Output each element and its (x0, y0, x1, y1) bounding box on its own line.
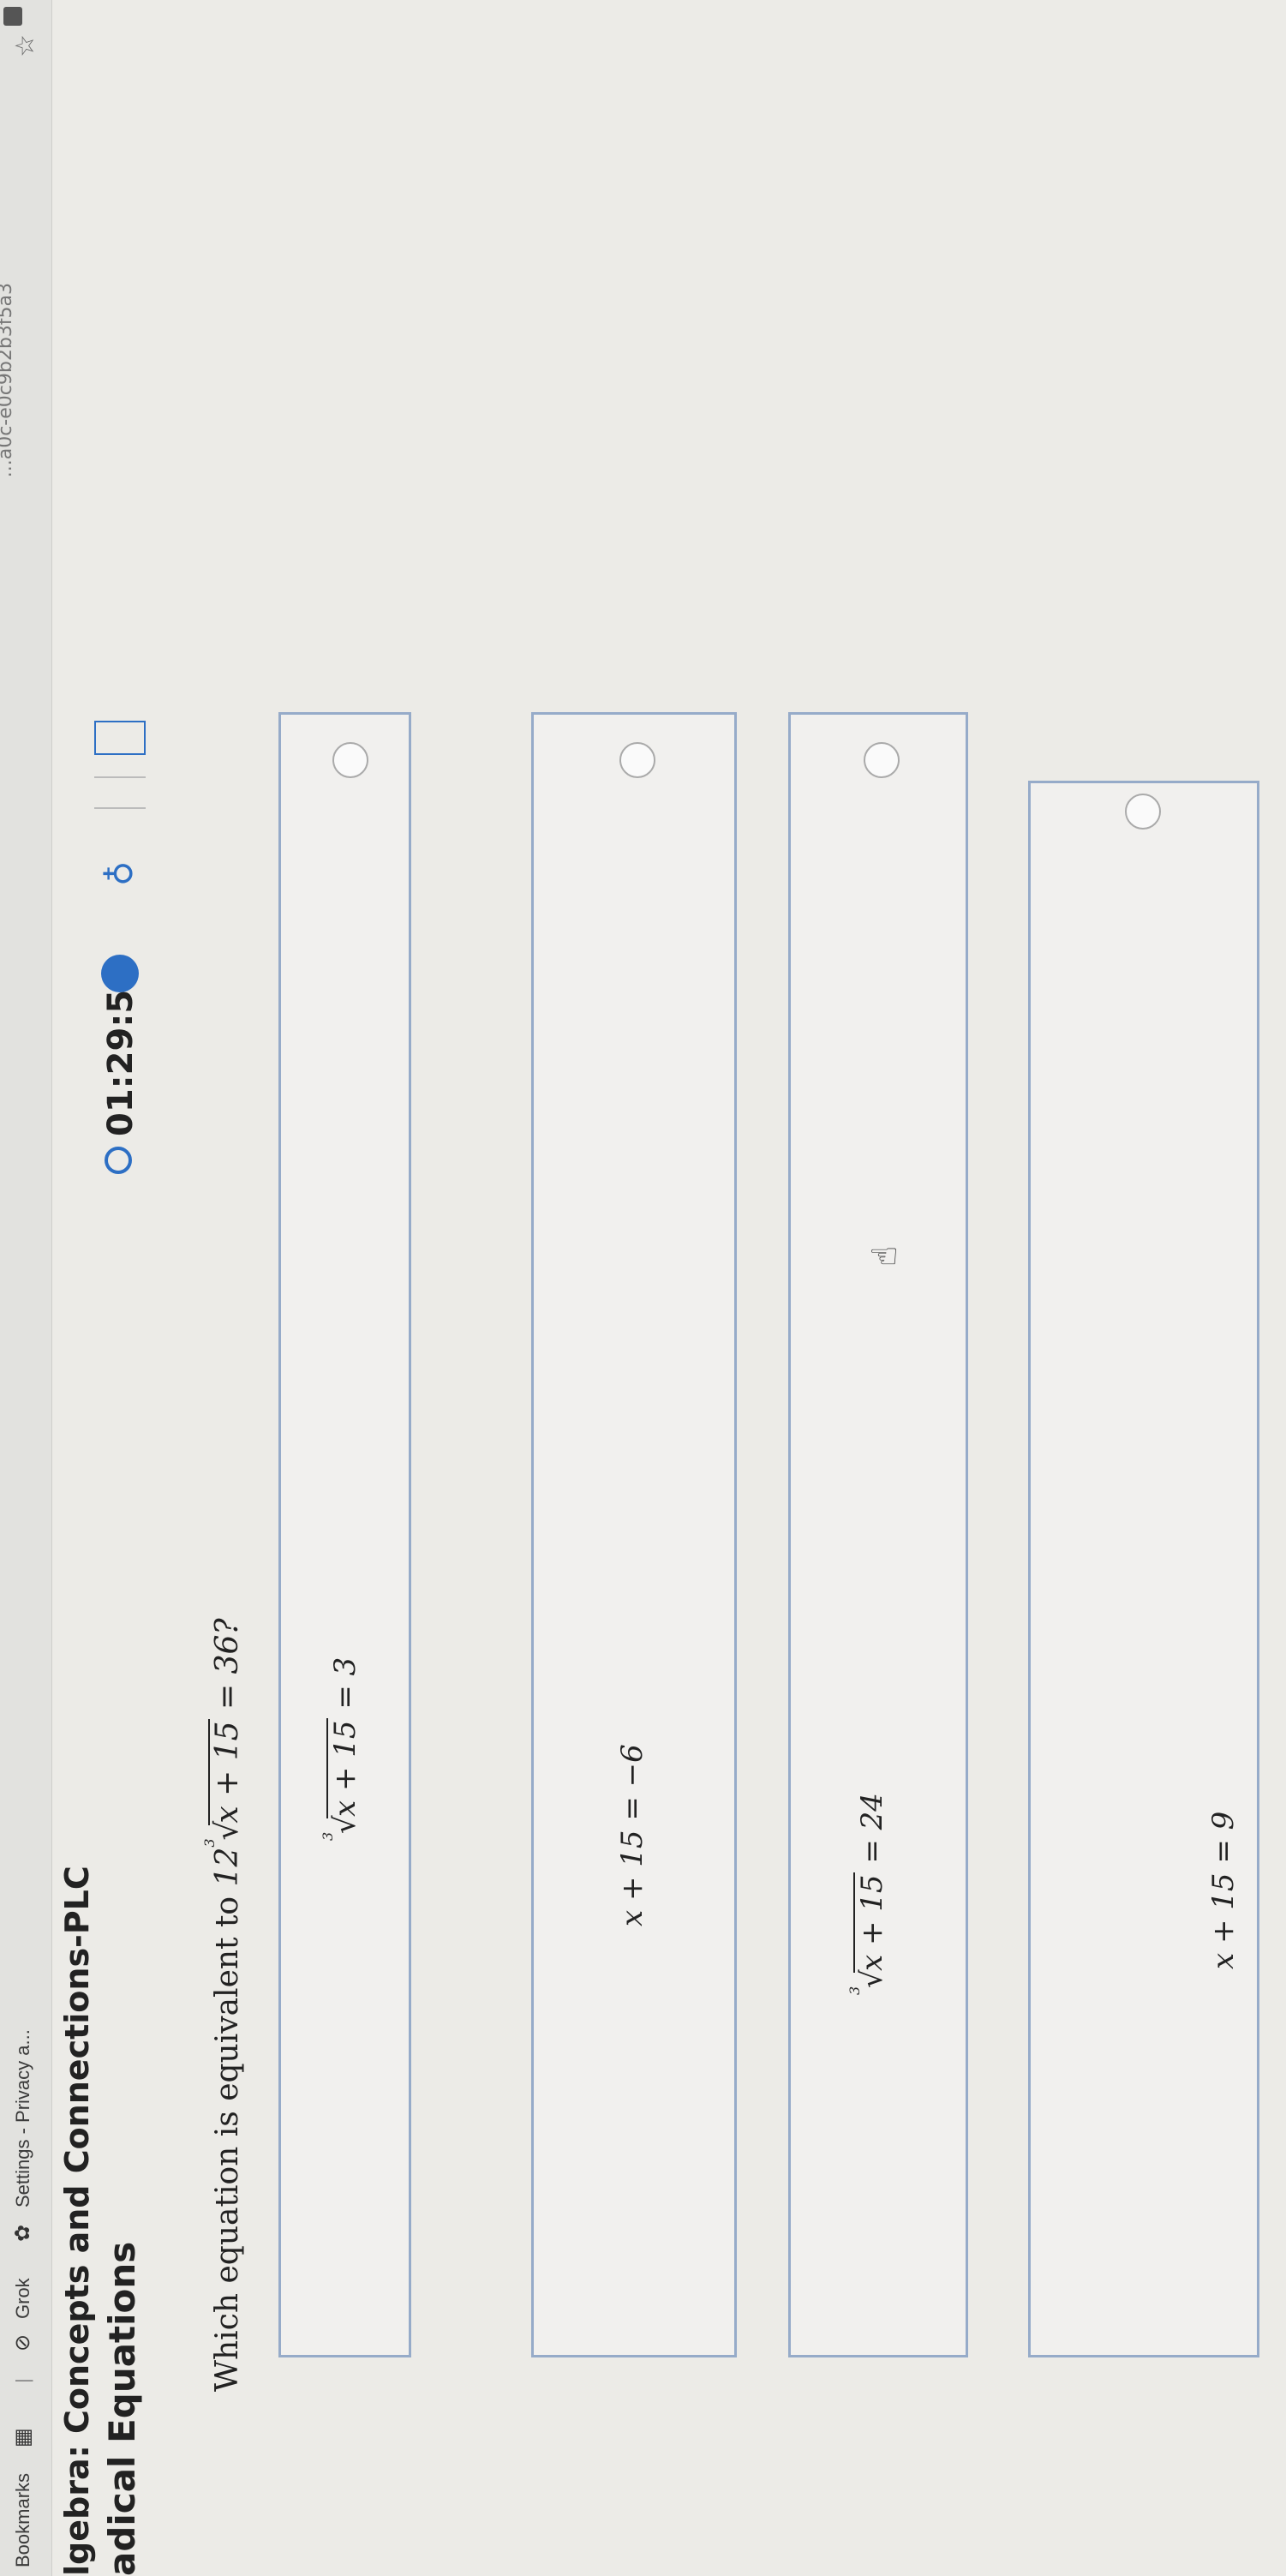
answer-option-2[interactable]: x + 15 = −6 (531, 712, 737, 2357)
option-lhs: x + 15 (1206, 1872, 1241, 1969)
question-suffix: = 36? (210, 1618, 245, 1710)
option-rhs: = −6 (615, 1744, 649, 1821)
radio-button[interactable] (864, 742, 900, 778)
radio-button[interactable] (1125, 794, 1161, 830)
option-rhs: = 24 (855, 1793, 889, 1864)
bookmarks-bar: Bookmarks ▦ | ⊘ Grok ✿ Settings - Privac… (0, 0, 52, 2576)
screen: Bookmarks ▦ | ⊘ Grok ✿ Settings - Privac… (0, 0, 1286, 2576)
bookmark-separator: | (12, 2378, 33, 2383)
course-title: lgebra: Concepts and Connections-PLC (58, 1866, 96, 2576)
side-tool-button[interactable] (94, 721, 146, 755)
divider (94, 776, 146, 778)
hand-cursor-icon: ☝ (865, 1245, 905, 1267)
answer-option-1[interactable]: 3 √ x + 15 = 3 (278, 712, 411, 2357)
timer-icon (105, 1147, 132, 1174)
status-dot[interactable] (101, 955, 139, 992)
option-radical: 3 √ x + 15 (846, 1872, 889, 1995)
radical-sign-icon: √ (855, 1969, 889, 1988)
grok-icon: ⊘ (10, 2333, 34, 2351)
option-equation: x + 15 = 9 (1206, 1812, 1241, 1969)
option-lhs: x + 15 (615, 1830, 649, 1926)
option-radicand: x + 15 (326, 1718, 362, 1818)
radio-button[interactable] (332, 742, 368, 778)
question-radicand: x + 15 (208, 1719, 245, 1825)
radical-sign-icon: √ (328, 1815, 362, 1834)
option-equation: 3 √ x + 15 = 3 (320, 1656, 362, 1841)
apps-grid-icon[interactable]: ▦ (10, 2428, 34, 2447)
option-radicand: x + 15 (853, 1872, 889, 1973)
hint-bulb-icon[interactable]: ♁ (101, 861, 141, 886)
option-rhs: = 3 (328, 1656, 362, 1710)
option-rhs: = 9 (1206, 1811, 1241, 1864)
bookmarks-link[interactable]: Bookmarks (12, 2473, 34, 2567)
answer-option-3[interactable]: 3 √ x + 15 = 24 (788, 712, 968, 2357)
radical-sign-icon: √ (210, 1820, 245, 1841)
grok-bookmark[interactable]: Grok (12, 2278, 34, 2319)
question-text: Which equation is equivalent to 12 3 √ x + … (201, 1618, 245, 2392)
lesson-title: adical Equations (101, 2241, 143, 2576)
question-prefix: Which equation is equivalent to (210, 1896, 245, 2392)
option-equation: x + 15 = −6 (615, 1744, 649, 1926)
extension-icon[interactable] (3, 7, 22, 26)
question-radical: 3 √ x + 15 (201, 1719, 245, 1848)
gear-icon: ✿ (10, 2224, 34, 2242)
radio-button[interactable] (619, 742, 655, 778)
option-equation: 3 √ x + 15 = 24 (846, 1793, 889, 1995)
settings-bookmark[interactable]: Settings - Privacy a... (12, 2029, 34, 2208)
divider (94, 807, 146, 809)
url-fragment: ...a0c-e0c9b2b3f5a3 (0, 283, 16, 478)
answer-option-4[interactable]: x + 15 = 9 (1028, 781, 1259, 2357)
option-radical: 3 √ x + 15 (320, 1718, 362, 1841)
star-icon[interactable]: ☆ (10, 34, 40, 57)
question-coefficient: 12 (210, 1847, 245, 1887)
